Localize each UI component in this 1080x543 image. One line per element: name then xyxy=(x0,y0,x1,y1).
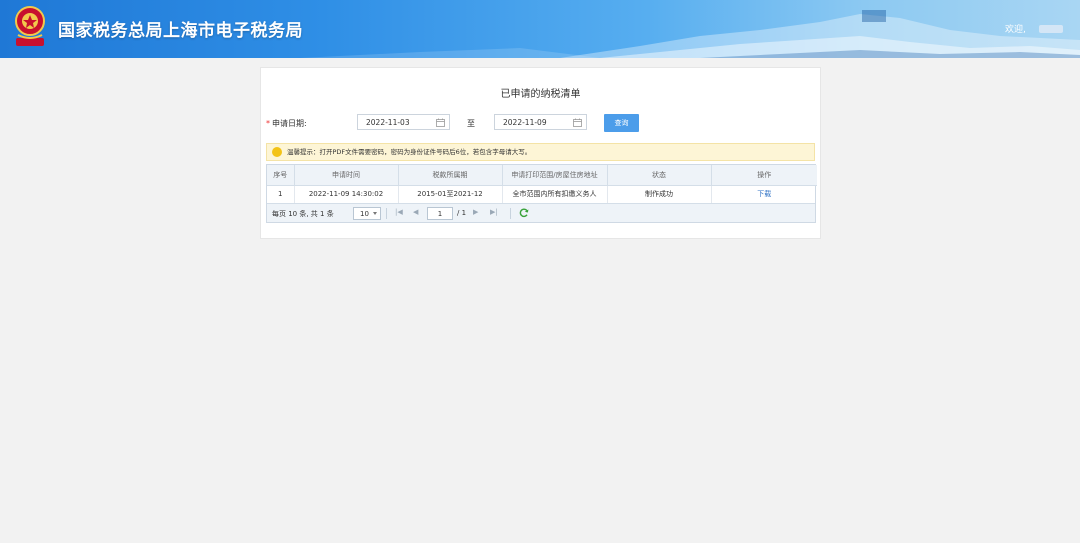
date-from-input[interactable]: 2022-11-03 xyxy=(357,114,450,130)
column-header-status[interactable]: 状态 xyxy=(607,165,712,186)
user-name[interactable] xyxy=(1039,25,1063,33)
site-header: 国家税务总局上海市电子税务局 欢迎, xyxy=(0,0,1080,58)
last-page-icon[interactable]: ▶| xyxy=(490,208,498,216)
column-header-tax-period[interactable]: 税款所属期 xyxy=(398,165,503,186)
pagination-info: 每页 10 条, 共 1 条 xyxy=(272,210,334,218)
pagination-bar: 每页 10 条, 共 1 条 10 |◀ ◀ 1 / 1 ▶ ▶| xyxy=(267,203,815,222)
page-size-select[interactable]: 10 xyxy=(353,207,381,220)
welcome-text: 欢迎, xyxy=(1005,25,1026,35)
divider xyxy=(386,208,387,219)
table-header-row: 序号 申请时间 税款所属期 申请打印范围/房屋住房地址 状态 操作 xyxy=(267,165,817,186)
cell-index: 1 xyxy=(267,185,295,203)
calendar-icon[interactable] xyxy=(436,118,445,127)
date-to-input[interactable]: 2022-11-09 xyxy=(494,114,587,130)
cell-tax-period: 2015-01至2021-12 xyxy=(398,185,503,203)
next-page-icon[interactable]: ▶ xyxy=(473,208,478,216)
page-number-input[interactable]: 1 xyxy=(427,207,453,220)
tax-emblem-icon xyxy=(15,6,45,46)
cell-apply-time: 2022-11-09 14:30:02 xyxy=(294,185,399,203)
refresh-icon[interactable] xyxy=(519,208,529,218)
total-pages: / 1 xyxy=(457,209,467,217)
first-page-icon[interactable]: |◀ xyxy=(395,208,403,216)
notice-bar: 温馨提示：打开PDF文件需要密码，密码为身份证件号码后6位，若包含字母请大写。 xyxy=(266,143,815,161)
cell-print-scope: 全市范围内所有扣缴义务人 xyxy=(502,185,608,203)
notice-text: 温馨提示：打开PDF文件需要密码，密码为身份证件号码后6位，若包含字母请大写。 xyxy=(287,148,532,156)
to-label: 至 xyxy=(467,119,475,128)
table-row[interactable]: 1 2022-11-09 14:30:02 2015-01至2021-12 全市… xyxy=(267,185,817,203)
page-title: 已申请的纳税清单 xyxy=(500,89,581,100)
tax-list-panel: 已申请的纳税清单 * 申请日期: 2022-11-03 至 2022-11-09 … xyxy=(260,67,821,239)
column-header-index[interactable]: 序号 xyxy=(267,165,295,186)
results-table: 序号 申请时间 税款所属期 申请打印范围/房屋住房地址 状态 操作 1 2022… xyxy=(266,164,817,223)
date-label: * 申请日期: xyxy=(266,119,307,128)
divider xyxy=(510,208,511,219)
chevron-down-icon xyxy=(373,212,377,215)
download-link[interactable]: 下载 xyxy=(711,185,817,203)
warning-icon xyxy=(272,147,282,157)
column-header-print-scope[interactable]: 申请打印范围/房屋住房地址 xyxy=(502,165,608,186)
site-title: 国家税务总局上海市电子税务局 xyxy=(58,21,303,41)
column-header-apply-time[interactable]: 申请时间 xyxy=(294,165,399,186)
query-button[interactable]: 查询 xyxy=(604,114,639,132)
prev-page-icon[interactable]: ◀ xyxy=(413,208,418,216)
calendar-icon[interactable] xyxy=(573,118,582,127)
column-header-action[interactable]: 操作 xyxy=(711,165,817,186)
cell-status: 制作成功 xyxy=(607,185,712,203)
